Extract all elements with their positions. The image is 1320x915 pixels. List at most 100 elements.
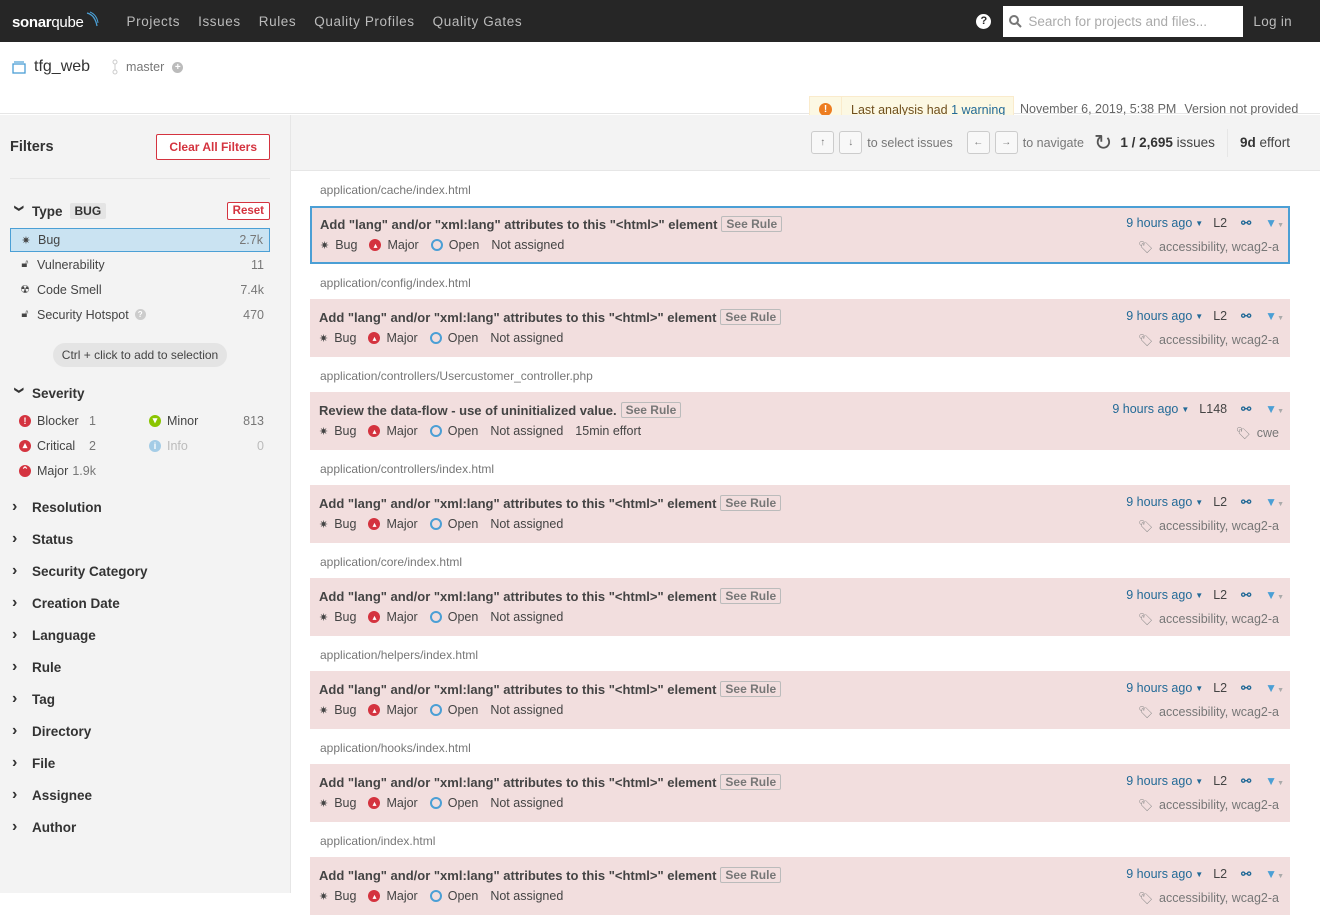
- facet-assignee[interactable]: › Assignee: [10, 779, 270, 811]
- issue-assignee[interactable]: Not assigned: [491, 238, 564, 252]
- issue-assignee[interactable]: Not assigned: [490, 889, 563, 903]
- search-input[interactable]: [1028, 13, 1239, 29]
- issue-severity[interactable]: ▴ Major: [368, 331, 418, 345]
- issue-status[interactable]: Open: [429, 610, 478, 624]
- type-item-code-smell[interactable]: ☢︎ Code Smell 7.4k: [10, 277, 270, 302]
- clear-all-filters-button[interactable]: Clear All Filters: [156, 133, 270, 160]
- issue-age[interactable]: 9 hours ago: [1126, 495, 1192, 509]
- issue-status[interactable]: Open: [429, 424, 478, 438]
- see-rule-button[interactable]: See Rule: [721, 216, 783, 232]
- see-rule-button[interactable]: See Rule: [720, 681, 782, 697]
- issue-assignee[interactable]: Not assigned: [490, 796, 563, 810]
- issue-age[interactable]: 9 hours ago: [1126, 681, 1192, 695]
- facet-creation-date[interactable]: › Creation Date: [10, 587, 270, 619]
- issue-tags[interactable]: 🏷︎ cwe: [1236, 426, 1279, 440]
- severity-item-minor[interactable]: ▾ Minor 813: [140, 408, 270, 433]
- issue-type[interactable]: ✷ Bug: [319, 703, 356, 717]
- branch-add-icon[interactable]: +: [172, 61, 184, 73]
- issue-type[interactable]: ✷ Bug: [320, 238, 357, 252]
- permalink-icon[interactable]: ⚯: [1241, 309, 1251, 323]
- facet-resolution[interactable]: › Resolution: [10, 491, 270, 523]
- issue-item[interactable]: Add "lang" and/or "xml:lang" attributes …: [310, 857, 1290, 915]
- issue-message[interactable]: Add "lang" and/or "xml:lang" attributes …: [319, 682, 716, 697]
- branch-selector[interactable]: master +: [112, 59, 184, 75]
- permalink-icon[interactable]: ⚯: [1241, 402, 1251, 416]
- issue-tags[interactable]: 🏷︎ accessibility, wcag2-a: [1138, 705, 1279, 719]
- see-rule-button[interactable]: See Rule: [720, 867, 782, 883]
- sonarqube-logo[interactable]: sonar qube: [12, 11, 99, 31]
- issue-tags[interactable]: 🏷︎ accessibility, wcag2-a: [1138, 612, 1279, 626]
- facet-severity-header[interactable]: ❯ Severity: [10, 381, 270, 405]
- issue-message[interactable]: Add "lang" and/or "xml:lang" attributes …: [319, 775, 716, 790]
- severity-item-critical[interactable]: ▴ Critical 2: [10, 433, 140, 458]
- issue-age[interactable]: 9 hours ago: [1126, 588, 1192, 602]
- filter-icon[interactable]: ▼▼: [1265, 495, 1284, 509]
- facet-file[interactable]: › File: [10, 747, 270, 779]
- help-icon[interactable]: ?: [976, 13, 992, 29]
- facet-language[interactable]: › Language: [10, 619, 270, 651]
- issue-message[interactable]: Add "lang" and/or "xml:lang" attributes …: [319, 589, 716, 604]
- issue-message[interactable]: Review the data-flow - use of uninitiali…: [319, 403, 617, 418]
- filter-icon[interactable]: ▼▼: [1265, 588, 1284, 602]
- issue-age[interactable]: 9 hours ago: [1126, 774, 1192, 788]
- issue-age[interactable]: 9 hours ago: [1126, 216, 1192, 230]
- issue-severity[interactable]: ▴ Major: [368, 889, 418, 903]
- issue-message[interactable]: Add "lang" and/or "xml:lang" attributes …: [319, 496, 716, 511]
- facet-security-category[interactable]: › Security Category: [10, 555, 270, 587]
- filter-icon[interactable]: ▼▼: [1265, 774, 1284, 788]
- type-item-security-hotspot[interactable]: 🔓︎ Security Hotspot ? 470: [10, 302, 270, 327]
- issue-age[interactable]: 9 hours ago: [1126, 867, 1192, 881]
- permalink-icon[interactable]: ⚯: [1241, 216, 1251, 230]
- help-icon[interactable]: ?: [134, 309, 146, 320]
- permalink-icon[interactable]: ⚯: [1241, 495, 1251, 509]
- issue-tags[interactable]: 🏷︎ accessibility, wcag2-a: [1138, 240, 1279, 254]
- see-rule-button[interactable]: See Rule: [720, 774, 782, 790]
- issue-status[interactable]: Open: [429, 703, 478, 717]
- permalink-icon[interactable]: ⚯: [1241, 867, 1251, 881]
- issue-severity[interactable]: ▴ Major: [368, 424, 418, 438]
- nav-projects[interactable]: Projects: [127, 14, 181, 29]
- facet-status[interactable]: › Status: [10, 523, 270, 555]
- filter-icon[interactable]: ▼▼: [1265, 216, 1284, 230]
- reload-icon[interactable]: ↻: [1094, 130, 1112, 156]
- issue-assignee[interactable]: Not assigned: [490, 703, 563, 717]
- filter-icon[interactable]: ▼▼: [1265, 402, 1284, 416]
- severity-item-blocker[interactable]: ! Blocker 1: [10, 408, 140, 433]
- issue-status[interactable]: Open: [429, 517, 478, 531]
- issue-status[interactable]: Open: [429, 331, 478, 345]
- filter-icon[interactable]: ▼▼: [1265, 867, 1284, 881]
- see-rule-button[interactable]: See Rule: [720, 309, 782, 325]
- nav-quality-gates[interactable]: Quality Gates: [433, 14, 523, 29]
- issue-severity[interactable]: ▴ Major: [368, 703, 418, 717]
- issue-item[interactable]: Review the data-flow - use of uninitiali…: [310, 392, 1290, 450]
- issue-item[interactable]: Add "lang" and/or "xml:lang" attributes …: [310, 299, 1290, 357]
- issue-status[interactable]: Open: [429, 889, 478, 903]
- issue-message[interactable]: Add "lang" and/or "xml:lang" attributes …: [319, 310, 716, 325]
- severity-item-info[interactable]: i Info 0: [140, 433, 270, 458]
- search-box[interactable]: [1003, 5, 1244, 37]
- issue-type[interactable]: ✷ Bug: [319, 517, 356, 531]
- issue-age[interactable]: 9 hours ago: [1126, 309, 1192, 323]
- issue-type[interactable]: ✷ Bug: [319, 610, 356, 624]
- issue-severity[interactable]: ▴ Major: [368, 517, 418, 531]
- issue-status[interactable]: Open: [429, 796, 478, 810]
- facet-rule[interactable]: › Rule: [10, 651, 270, 683]
- issue-type[interactable]: ✷ Bug: [319, 331, 356, 345]
- issue-age[interactable]: 9 hours ago: [1112, 402, 1178, 416]
- issue-tags[interactable]: 🏷︎ accessibility, wcag2-a: [1138, 333, 1279, 347]
- issue-severity[interactable]: ▴ Major: [369, 238, 419, 252]
- permalink-icon[interactable]: ⚯: [1241, 774, 1251, 788]
- filter-icon[interactable]: ▼▼: [1265, 309, 1284, 323]
- issue-item[interactable]: Add "lang" and/or "xml:lang" attributes …: [310, 485, 1290, 543]
- issue-item[interactable]: Add "lang" and/or "xml:lang" attributes …: [310, 206, 1290, 264]
- severity-item-major[interactable]: ⌃ Major 1.9k: [10, 458, 140, 483]
- issue-type[interactable]: ✷ Bug: [319, 889, 356, 903]
- permalink-icon[interactable]: ⚯: [1241, 588, 1251, 602]
- type-item-vulnerability[interactable]: 🔓︎ Vulnerability 11: [10, 252, 270, 277]
- issue-assignee[interactable]: Not assigned: [490, 517, 563, 531]
- login-link[interactable]: Log in: [1253, 14, 1320, 29]
- type-reset-button[interactable]: Reset: [226, 202, 270, 220]
- nav-issues[interactable]: Issues: [198, 14, 241, 29]
- permalink-icon[interactable]: ⚯: [1241, 681, 1251, 695]
- issue-item[interactable]: Add "lang" and/or "xml:lang" attributes …: [310, 578, 1290, 636]
